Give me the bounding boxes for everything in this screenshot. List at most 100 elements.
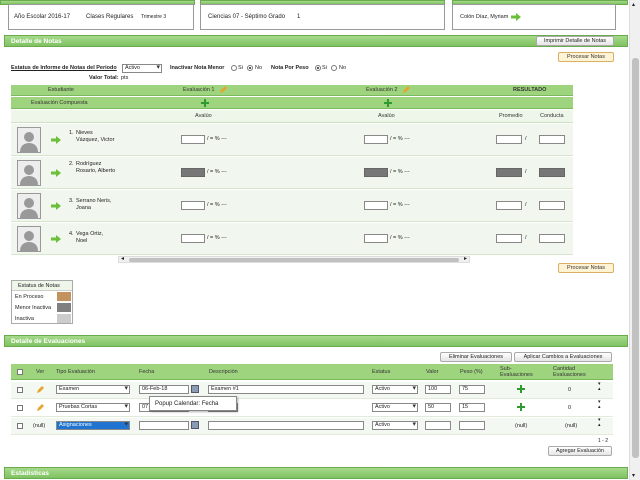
tooltip-text: Popup Calendar: Fecha xyxy=(155,401,219,407)
descripcion-input[interactable]: Examen #1 xyxy=(208,385,364,394)
inactivar-si-radio[interactable] xyxy=(231,65,237,71)
valor-input[interactable] xyxy=(425,421,451,430)
tipo-select[interactable]: Asignaciones xyxy=(56,421,130,430)
table-row: 3. Serrano Neris, Joana / = % --- / = % … xyxy=(11,190,573,222)
arrow-right-icon[interactable] xyxy=(51,169,61,177)
row-checkbox[interactable] xyxy=(17,387,23,393)
estatus-select[interactable]: Activo xyxy=(372,403,418,412)
student-name[interactable]: Serrano Neris, Joana xyxy=(76,198,116,212)
scroll-up-icon[interactable]: ▴ xyxy=(632,1,635,8)
school-year: Año Escolar 2016-17 xyxy=(14,14,71,20)
estatus-select[interactable]: Activo xyxy=(372,385,418,394)
scroll-right-icon[interactable]: ▸ xyxy=(464,255,467,262)
col-sub-evaluaciones: Sub-Evaluaciones xyxy=(500,366,533,378)
page-vertical-scrollbar[interactable]: ▴ ▾ xyxy=(629,0,640,480)
reorder-arrows-icon[interactable]: ▾ ▴ xyxy=(598,400,601,410)
vertical-scroll-thumb[interactable] xyxy=(632,58,639,458)
eval1-grade-input[interactable] xyxy=(181,168,205,177)
grid-horizontal-scrollbar[interactable]: ◂ ▸ xyxy=(118,256,470,263)
procesar-notas-button-bottom[interactable]: Procesar Notas xyxy=(558,263,614,273)
fecha-input[interactable] xyxy=(139,421,189,430)
estatus-select[interactable]: Activo xyxy=(372,421,418,430)
eval2-grade-input[interactable] xyxy=(364,234,388,243)
conducta-input[interactable] xyxy=(539,135,565,144)
valor-input[interactable]: 100 xyxy=(425,385,451,394)
reorder-arrows-icon[interactable]: ▾ ▴ xyxy=(598,418,601,428)
col-eval2: Evaluación 2 xyxy=(366,87,398,93)
promedio-input[interactable] xyxy=(496,234,522,243)
inactivar-no-radio[interactable] xyxy=(247,65,253,71)
row-checkbox[interactable] xyxy=(17,423,23,429)
eval2-grade-input[interactable] xyxy=(364,135,388,144)
nota-peso-label: Nota Por Peso xyxy=(271,65,309,71)
estatus-select[interactable]: Activo xyxy=(122,64,162,73)
clase-box: Ciencias 07 - Séptimo Grado 1 xyxy=(200,4,445,30)
plus-icon[interactable] xyxy=(517,385,525,393)
eliminar-evaluaciones-button[interactable]: Eliminar Evaluaciones xyxy=(440,352,512,362)
pencil-icon[interactable] xyxy=(36,386,44,394)
conducta-input[interactable] xyxy=(539,168,565,177)
col-tipo: Tipo Evaluación xyxy=(56,369,95,375)
horizontal-scroll-thumb[interactable] xyxy=(129,258,459,262)
student-num: 2. xyxy=(69,161,74,167)
table-row: 1. Nieves Vázquez, Victor / = % --- / = … xyxy=(11,124,573,156)
peso-si-label: Si xyxy=(322,65,327,71)
legend-title: Estatus de Notas xyxy=(18,283,60,289)
avatar xyxy=(17,193,41,219)
scroll-left-icon[interactable]: ◂ xyxy=(121,255,124,262)
cantidad-null: (null) xyxy=(565,423,578,429)
peso-si-radio[interactable] xyxy=(315,65,321,71)
eval1-grade-input[interactable] xyxy=(181,135,205,144)
peso-input[interactable]: 15 xyxy=(459,403,485,412)
pencil-icon[interactable] xyxy=(402,86,410,94)
student-name[interactable]: Vega Ortiz, Noel xyxy=(76,231,116,245)
conducta-input[interactable] xyxy=(539,201,565,210)
pager-text: 1 - 2 xyxy=(598,438,609,444)
arrow-right-icon[interactable] xyxy=(51,202,61,210)
pencil-icon[interactable] xyxy=(36,404,44,412)
student-name[interactable]: Nieves Vázquez, Victor xyxy=(76,130,116,144)
valor-total-value: pts xyxy=(121,75,129,81)
peso-input[interactable] xyxy=(459,421,485,430)
grid-header-row1 xyxy=(11,85,573,96)
eval2-grade-input[interactable] xyxy=(364,201,388,210)
descripcion-input[interactable] xyxy=(208,421,364,430)
aplicar-cambios-button[interactable]: Aplicar Cambios a Evaluaciones xyxy=(514,352,612,362)
legend-label: En Proceso xyxy=(15,294,44,300)
row-checkbox[interactable] xyxy=(17,405,23,411)
promedio-input[interactable] xyxy=(496,135,522,144)
plus-icon[interactable] xyxy=(517,403,525,411)
col-avaluo-1: Avalúo xyxy=(195,113,212,119)
fecha-input[interactable]: 06-Feb-18 xyxy=(139,385,189,394)
print-notas-button[interactable]: Imprimir Detalle de Notas xyxy=(536,36,614,46)
peso-no-radio[interactable] xyxy=(331,65,337,71)
valor-input[interactable]: 50 xyxy=(425,403,451,412)
scroll-down-icon[interactable]: ▾ xyxy=(632,472,635,479)
eval1-grade-input[interactable] xyxy=(181,201,205,210)
peso-input[interactable]: 75 xyxy=(459,385,485,394)
arrow-right-icon[interactable] xyxy=(511,13,521,21)
tipo-select[interactable]: Pruebas Cortas xyxy=(56,403,130,412)
eval1-grade-input[interactable] xyxy=(181,234,205,243)
col-eval1: Evaluación 1 xyxy=(183,87,215,93)
col-estatus: Estatus xyxy=(372,369,391,375)
arrow-right-icon[interactable] xyxy=(51,136,61,144)
reorder-arrows-icon[interactable]: ▾ ▴ xyxy=(598,382,601,392)
promedio-input[interactable] xyxy=(496,168,522,177)
promedio-input[interactable] xyxy=(496,201,522,210)
pencil-icon[interactable] xyxy=(219,86,227,94)
evals-section-title: Detalle de Evaluaciones xyxy=(11,338,86,345)
plus-icon[interactable] xyxy=(384,99,392,107)
eval2-grade-input[interactable] xyxy=(364,168,388,177)
arrow-right-icon[interactable] xyxy=(51,235,61,243)
plus-icon[interactable] xyxy=(201,99,209,107)
calendar-icon[interactable] xyxy=(191,385,199,393)
conducta-input[interactable] xyxy=(539,234,565,243)
tipo-select[interactable]: Examen xyxy=(56,385,130,394)
procesar-notas-button-top[interactable]: Procesar Notas xyxy=(558,52,614,62)
select-all-checkbox[interactable] xyxy=(17,369,23,375)
student-name[interactable]: Rodríguez Rosario, Alberto xyxy=(76,161,118,175)
agregar-evaluacion-button[interactable]: Agregar Evaluación xyxy=(548,446,612,456)
calendar-icon[interactable] xyxy=(191,421,199,429)
avatar xyxy=(17,160,41,186)
